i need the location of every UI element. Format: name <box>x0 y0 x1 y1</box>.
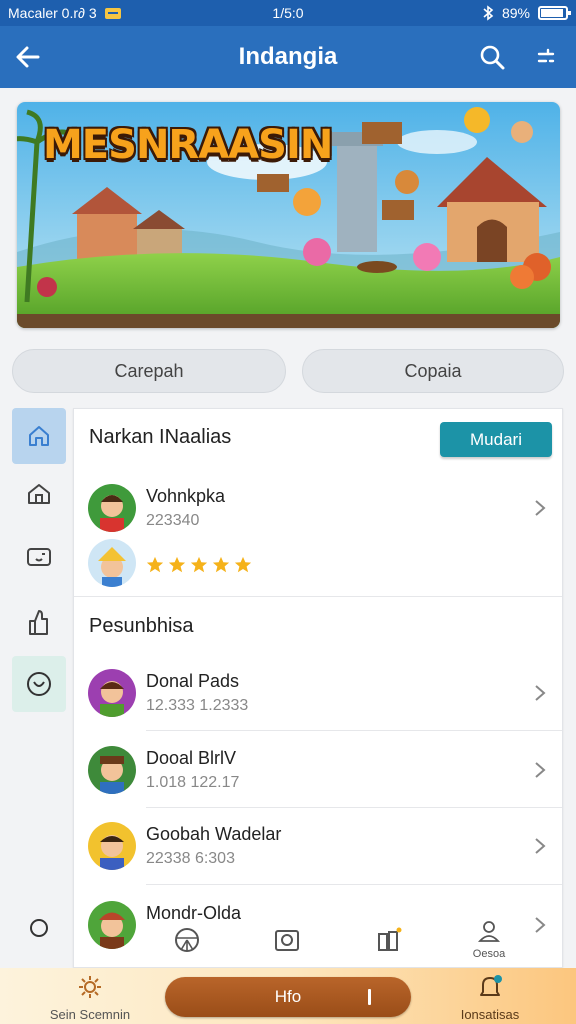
bar-indicator <box>368 989 371 1005</box>
rating-avatar <box>88 539 136 587</box>
side-nav-chat[interactable] <box>12 530 66 586</box>
item-name: Donal Pads <box>146 671 240 691</box>
notifications-tab-label: Ionsatisas <box>460 1007 520 1022</box>
status-bar: Macaler 0.r∂ 3 1/5:0 89% <box>0 0 576 26</box>
circle-icon <box>30 919 48 937</box>
row-divider <box>146 807 562 808</box>
bell-icon <box>480 975 502 996</box>
star-icon <box>146 556 164 573</box>
star-icon <box>190 556 208 573</box>
avatar <box>88 901 136 949</box>
list-item[interactable]: Goobah Wadelar 22338 6:303 <box>74 809 562 883</box>
chevron-right-icon <box>535 685 546 701</box>
pill-button-left[interactable]: Carepah <box>12 349 286 393</box>
profile-button[interactable] <box>472 916 506 946</box>
row-divider <box>146 884 562 885</box>
section-divider <box>74 596 562 597</box>
search-icon <box>480 45 505 70</box>
carrier-label: Macaler 0.r∂ 3 <box>8 5 97 21</box>
row-divider <box>146 730 562 731</box>
profile-label: Oesoa <box>472 948 506 960</box>
gear-icon <box>79 976 101 998</box>
more-icon <box>537 48 555 63</box>
battery-plus-button[interactable] <box>372 920 406 960</box>
photo-icon <box>275 930 299 951</box>
side-nav <box>0 406 72 966</box>
avatar <box>88 484 136 532</box>
more-button[interactable] <box>524 35 568 79</box>
circle-smile-icon <box>27 672 51 696</box>
star-icon <box>168 556 186 573</box>
avatar <box>88 669 136 717</box>
banner-title: MESNRAASIN <box>43 122 333 168</box>
bluetooth-icon <box>483 5 494 21</box>
promo-banner[interactable]: MESNRAASIN <box>17 102 560 328</box>
battery-percent: 89% <box>501 5 530 21</box>
chevron-right-icon <box>535 500 546 516</box>
arrow-left-icon <box>16 46 40 68</box>
bottom-bar: Sein Scemnin Hfo Ionsatisas <box>0 968 576 1024</box>
photo-button[interactable] <box>270 920 304 960</box>
mudari-button[interactable]: Mudari <box>440 422 552 457</box>
item-sub: 1.018 122.17 <box>146 774 240 791</box>
app-bar: Indangia <box>0 26 576 88</box>
home-outline-icon <box>28 484 50 504</box>
item-name: Goobah Wadelar <box>146 824 282 844</box>
sim-icon <box>104 7 121 19</box>
settings-tab[interactable]: Sein Scemnin <box>40 974 140 1022</box>
steering-icon <box>175 928 199 952</box>
item-sub: 12.333 1.2333 <box>146 697 249 714</box>
list-item[interactable]: Vohnkpka 223340 <box>74 471 562 545</box>
list-item[interactable]: Donal Pads 12.333 1.2333 <box>74 656 562 730</box>
section-title-1: Narkan INaalias <box>89 426 232 448</box>
content-card: Narkan INaalias Mudari Vohnkpka 223340 P… <box>73 408 563 968</box>
notifications-tab[interactable]: Ionsatisas <box>440 974 540 1022</box>
battery-icon <box>538 6 571 20</box>
steering-button[interactable] <box>170 920 204 960</box>
settings-tab-label: Sein Scemnin <box>49 1007 131 1022</box>
thumbs-icon <box>29 610 48 635</box>
side-nav-home[interactable] <box>12 408 66 464</box>
avatar <box>88 746 136 794</box>
chevron-right-icon <box>535 917 546 933</box>
avatar <box>88 822 136 870</box>
star-icon <box>234 556 252 573</box>
item-name: Vohnkpka <box>146 486 226 506</box>
battery-plus-icon <box>378 927 402 951</box>
item-sub: 223340 <box>146 512 200 529</box>
chat-box-icon <box>27 548 51 566</box>
list-item[interactable]: Dooal BlrlV 1.018 122.17 <box>74 733 562 807</box>
search-button[interactable] <box>470 35 514 79</box>
home-icon <box>29 426 49 446</box>
item-name: Dooal BlrlV <box>146 748 237 768</box>
hfo-label: Hfo <box>274 987 302 1006</box>
section-title-2: Pesunbhisa <box>89 615 194 637</box>
side-nav-rate[interactable] <box>12 594 66 650</box>
side-nav-bottom[interactable] <box>12 900 66 956</box>
hfo-button[interactable]: Hfo <box>165 977 411 1017</box>
star-icon <box>212 556 230 573</box>
person-icon <box>477 921 501 942</box>
side-nav-smile[interactable] <box>12 656 66 712</box>
pill-button-right[interactable]: Copaia <box>302 349 564 393</box>
side-nav-house[interactable] <box>12 466 66 522</box>
back-button[interactable] <box>6 35 50 79</box>
chevron-right-icon <box>535 762 546 778</box>
chevron-right-icon <box>535 838 546 854</box>
rating-stars <box>146 556 252 574</box>
item-sub: 22338 6:303 <box>146 850 235 867</box>
